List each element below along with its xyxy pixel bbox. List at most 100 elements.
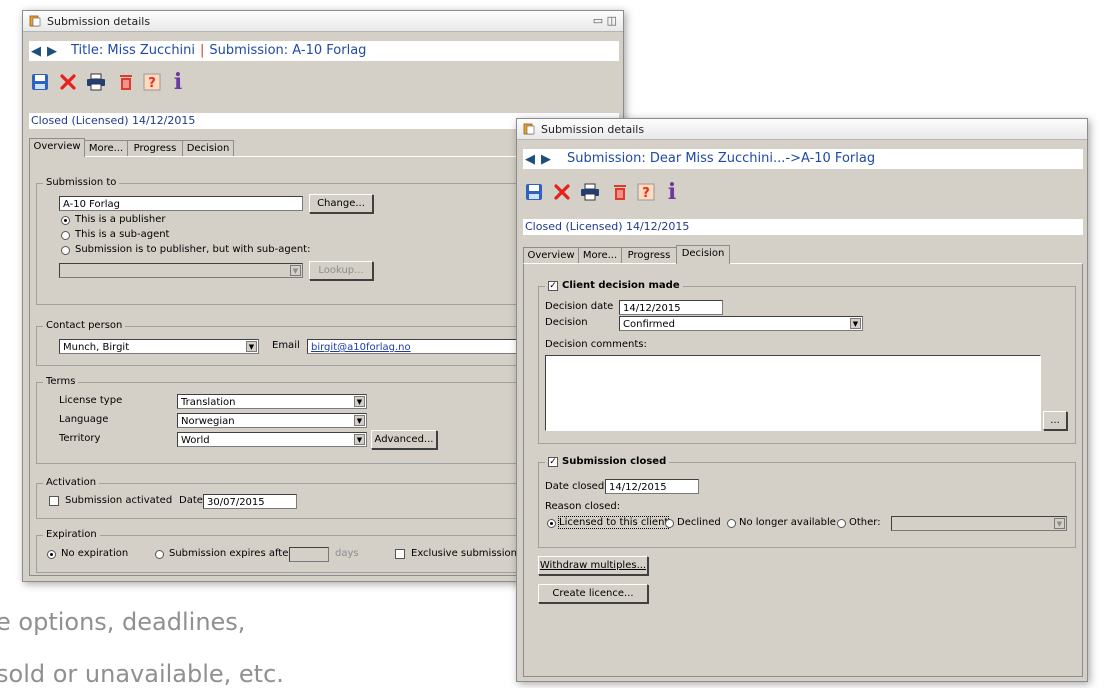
publisher-radio-label: This is a publisher bbox=[75, 214, 166, 225]
license-type-label: License type bbox=[59, 395, 123, 406]
expiration-legend: Expiration bbox=[43, 529, 100, 540]
days-label: days bbox=[335, 548, 359, 559]
email-link[interactable]: birgit@a10forlag.no bbox=[311, 342, 411, 353]
activation-date-label: Date bbox=[179, 495, 203, 506]
withdraw-multiples-label: Withdraw multiples... bbox=[539, 560, 647, 571]
tab-overview[interactable]: Overview bbox=[523, 247, 579, 263]
other-reason-select[interactable]: ▼ bbox=[891, 516, 1067, 531]
delete-icon[interactable] bbox=[57, 71, 79, 93]
lookup-button[interactable]: Lookup... bbox=[309, 261, 373, 280]
license-type-value: Translation bbox=[181, 397, 236, 408]
minimize-icon[interactable]: ▭ ◫ bbox=[593, 14, 617, 27]
sub-agent-radio-label: This is a sub-agent bbox=[75, 229, 170, 240]
help-icon[interactable]: ? bbox=[635, 181, 657, 203]
decision-comments-textarea[interactable] bbox=[545, 355, 1041, 431]
withdraw-multiples-button[interactable]: Withdraw multiples... bbox=[538, 556, 648, 575]
nav-forward-icon[interactable]: ▶ bbox=[541, 152, 551, 167]
window-titlebar[interactable]: Submission details ▭ ◫ bbox=[23, 11, 623, 32]
date-closed-label: Date closed bbox=[545, 481, 605, 492]
terms-legend: Terms bbox=[43, 376, 79, 387]
change-button[interactable]: Change... bbox=[309, 194, 373, 213]
expires-days-input[interactable] bbox=[289, 547, 329, 562]
language-select[interactable]: Norwegian ▼ bbox=[177, 413, 367, 428]
publisher-with-sub-agent-radio[interactable] bbox=[61, 246, 70, 255]
submission-closed-checkbox[interactable]: ✓ bbox=[548, 456, 558, 467]
create-licence-button[interactable]: Create licence... bbox=[538, 584, 648, 603]
date-closed-input[interactable]: 14/12/2015 bbox=[605, 479, 699, 494]
caption-line-1: e options, deadlines, bbox=[0, 608, 246, 636]
tab-bar: Overview More... Progress Decision bbox=[523, 245, 1083, 264]
help-icon[interactable]: ? bbox=[141, 71, 163, 93]
reason-closed-label: Reason closed: bbox=[545, 501, 621, 512]
contact-person-legend: Contact person bbox=[43, 320, 126, 331]
tab-more[interactable]: More... bbox=[84, 140, 128, 156]
svg-text:?: ? bbox=[642, 186, 650, 201]
chevron-down-icon: ▼ bbox=[290, 265, 301, 276]
client-decision-checkbox[interactable]: ✓ bbox=[548, 280, 558, 291]
decision-select[interactable]: Confirmed ▼ bbox=[619, 316, 863, 331]
trash-icon[interactable] bbox=[609, 181, 631, 203]
caption-line-2: sold or unavailable, etc. bbox=[0, 660, 284, 688]
submission-activated-checkbox[interactable] bbox=[49, 496, 59, 506]
header-title-part[interactable]: Title: Miss Zucchini bbox=[71, 43, 195, 58]
toolbar: ? i bbox=[523, 179, 823, 207]
window-titlebar[interactable]: Submission details bbox=[517, 119, 1087, 140]
language-value: Norwegian bbox=[181, 416, 235, 427]
licensed-radio[interactable] bbox=[547, 519, 556, 528]
delete-icon[interactable] bbox=[551, 181, 573, 203]
tab-progress[interactable]: Progress bbox=[127, 140, 183, 156]
tab-overview[interactable]: Overview bbox=[29, 138, 85, 157]
svg-text:?: ? bbox=[148, 76, 156, 91]
trash-icon[interactable] bbox=[115, 71, 137, 93]
license-type-select[interactable]: Translation ▼ bbox=[177, 394, 367, 409]
licensed-radio-label: Licensed to this client bbox=[557, 516, 670, 529]
no-expiration-radio[interactable] bbox=[47, 550, 56, 559]
comments-expand-button[interactable]: ... bbox=[1043, 411, 1067, 430]
save-icon[interactable] bbox=[523, 181, 545, 203]
no-longer-available-label: No longer available bbox=[739, 517, 836, 528]
submission-details-window-decision: Submission details ◀ ▶ Submission: Dear … bbox=[516, 118, 1088, 682]
header-title[interactable]: Submission: Dear Miss Zucchini...->A-10 … bbox=[567, 151, 875, 166]
email-label: Email bbox=[272, 340, 300, 351]
nav-forward-icon[interactable]: ▶ bbox=[47, 44, 57, 59]
status-line: Closed (Licensed) 14/12/2015 bbox=[523, 219, 1083, 235]
submission-to-input[interactable]: A-10 Forlag bbox=[59, 196, 303, 211]
publisher-radio[interactable] bbox=[61, 216, 70, 225]
tab-progress[interactable]: Progress bbox=[621, 247, 677, 263]
decision-label: Decision bbox=[545, 317, 588, 328]
territory-select[interactable]: World ▼ bbox=[177, 432, 367, 447]
info-icon[interactable]: i bbox=[661, 179, 683, 205]
save-icon[interactable] bbox=[29, 71, 51, 93]
toolbar: ? i bbox=[29, 69, 329, 97]
exclusive-submission-checkbox[interactable] bbox=[395, 549, 405, 559]
print-icon[interactable] bbox=[85, 71, 107, 93]
advanced-button[interactable]: Advanced... bbox=[371, 430, 437, 449]
sub-agent-radio[interactable] bbox=[61, 231, 70, 240]
declined-radio[interactable] bbox=[665, 519, 674, 528]
sub-agent-select[interactable]: ▼ bbox=[59, 263, 303, 278]
chevron-down-icon: ▼ bbox=[850, 318, 861, 329]
tab-more[interactable]: More... bbox=[578, 247, 622, 263]
no-expiration-label: No expiration bbox=[61, 548, 129, 559]
other-radio[interactable] bbox=[837, 519, 846, 528]
chevron-down-icon: ▼ bbox=[246, 341, 257, 352]
tab-decision[interactable]: Decision bbox=[676, 245, 730, 264]
expires-after-label: Submission expires after: bbox=[169, 548, 296, 559]
nav-back-icon[interactable]: ◀ bbox=[31, 44, 41, 59]
activation-legend: Activation bbox=[43, 477, 100, 488]
nav-back-icon[interactable]: ◀ bbox=[525, 152, 535, 167]
client-decision-legend: ✓ Client decision made bbox=[545, 280, 683, 291]
submission-to-legend: Submission to bbox=[43, 177, 120, 188]
info-icon[interactable]: i bbox=[167, 69, 189, 95]
expires-after-radio[interactable] bbox=[155, 550, 164, 559]
decision-date-input[interactable]: 14/12/2015 bbox=[619, 300, 723, 315]
contact-person-select[interactable]: Munch, Birgit ▼ bbox=[59, 339, 259, 354]
activation-date-input[interactable]: 30/07/2015 bbox=[203, 494, 297, 509]
window-title: Submission details bbox=[541, 123, 645, 136]
header-submission-part[interactable]: Submission: A-10 Forlag bbox=[209, 43, 366, 58]
header-separator: | bbox=[200, 43, 205, 58]
no-longer-available-radio[interactable] bbox=[727, 519, 736, 528]
client-decision-group: ✓ Client decision made Decision date 14/… bbox=[538, 280, 1076, 444]
print-icon[interactable] bbox=[579, 181, 601, 203]
tab-decision[interactable]: Decision bbox=[182, 140, 234, 156]
